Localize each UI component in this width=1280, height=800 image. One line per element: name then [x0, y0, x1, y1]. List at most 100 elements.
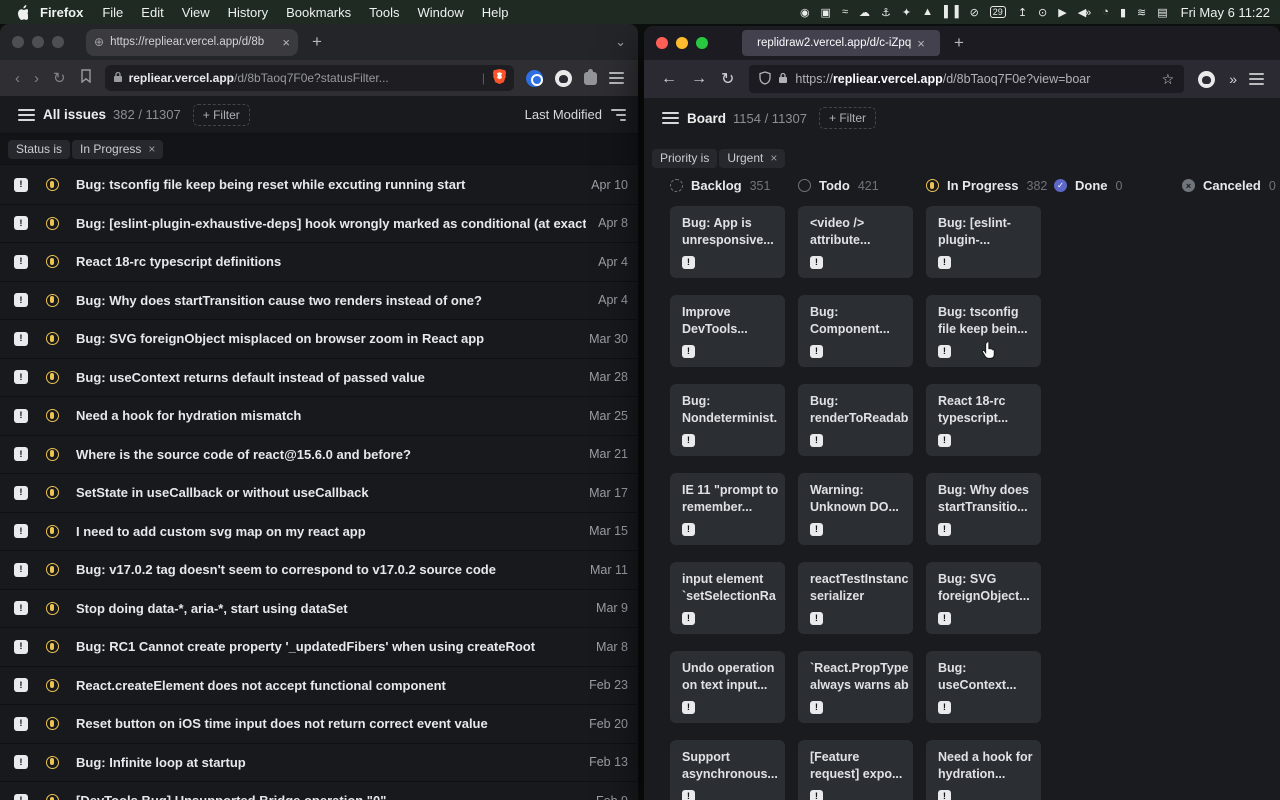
browser-menu-icon[interactable] [1249, 70, 1264, 88]
issue-row[interactable]: !I need to add custom svg map on my reac… [0, 513, 638, 552]
issue-card[interactable]: `React.PropTypealways warns ab! [798, 651, 913, 723]
zoom-window-button[interactable] [52, 36, 64, 48]
cloud-icon[interactable]: ☁ [859, 6, 869, 19]
issue-row[interactable]: !Need a hook for hydration mismatchMar 2… [0, 397, 638, 436]
issue-card[interactable]: input element`setSelectionRa! [670, 562, 785, 634]
issue-card[interactable]: Supportasynchronous...! [670, 740, 785, 800]
issue-card[interactable]: Bug: SVGforeignObject...! [926, 562, 1041, 634]
extension-puzzle-icon[interactable] [584, 72, 597, 85]
remove-filter-icon[interactable]: × [770, 151, 777, 165]
docker-icon[interactable]: ⚓ [881, 6, 890, 19]
reload-button[interactable]: ↻ [721, 69, 734, 89]
browser-menu-icon[interactable] [609, 69, 624, 87]
zoom-window-button[interactable] [696, 37, 708, 49]
filter-field-chip[interactable]: Status is [8, 140, 70, 159]
menu-item-edit[interactable]: Edit [141, 5, 163, 20]
active-app-name[interactable]: Firefox [40, 5, 83, 20]
filter-value-chip[interactable]: Urgent × [719, 149, 785, 168]
new-tab-button[interactable]: + [954, 33, 964, 53]
issue-row[interactable]: !Reset button on iOS time input does not… [0, 705, 638, 744]
issue-card[interactable]: <video />attribute...! [798, 206, 913, 278]
issue-row[interactable]: !Stop doing data-*, aria-*, start using … [0, 590, 638, 629]
menu-item-tools[interactable]: Tools [369, 5, 399, 20]
warp-icon[interactable]: ≈ [842, 6, 847, 18]
issue-row[interactable]: !Bug: Infinite loop at startupFeb 13 [0, 744, 638, 783]
issue-row[interactable]: !Bug: useContext returns default instead… [0, 359, 638, 398]
sort-label[interactable]: Last Modified [525, 107, 602, 122]
back-button[interactable]: ← [661, 70, 677, 88]
back-button[interactable]: ‹ [15, 70, 20, 87]
sort-icon[interactable] [610, 106, 626, 124]
add-filter-button[interactable]: + Filter [819, 107, 876, 129]
close-tab-icon[interactable]: × [917, 36, 925, 51]
issue-card[interactable]: Bug:Component...! [798, 295, 913, 367]
menu-item-window[interactable]: Window [418, 5, 464, 20]
issue-card[interactable]: Undo operationon text input...! [670, 651, 785, 723]
close-tab-icon[interactable]: × [282, 35, 290, 50]
issue-card[interactable]: Need a hook forhydration...! [926, 740, 1041, 800]
issue-row[interactable]: !React.createElement does not accept fun… [0, 667, 638, 706]
menu-item-file[interactable]: File [102, 5, 123, 20]
menu-item-bookmarks[interactable]: Bookmarks [286, 5, 351, 20]
minimize-window-button[interactable] [676, 37, 688, 49]
tracking-shield-icon[interactable] [759, 71, 771, 88]
browser-tab[interactable]: replidraw2.vercel.app/d/c-iZpq × [742, 30, 940, 56]
toolbar-overflow-icon[interactable]: » [1229, 71, 1235, 87]
issue-card[interactable]: Bug:Nondeterminist.! [670, 384, 785, 456]
issue-row[interactable]: !Where is the source code of react@15.6.… [0, 436, 638, 475]
tab-overflow-icon[interactable]: ⌄ [615, 34, 626, 50]
minimize-window-button[interactable] [32, 36, 44, 48]
issue-card[interactable]: Bug: App isunresponsive...! [670, 206, 785, 278]
issue-row[interactable]: !Bug: tsconfig file keep being reset whi… [0, 166, 638, 205]
calendar-icon[interactable]: 29 [990, 6, 1006, 18]
url-bar[interactable]: repliear.vercel.app /d/8bTaoq7F0e?status… [105, 65, 514, 91]
issue-row[interactable]: !Bug: v17.0.2 tag doesn't seem to corres… [0, 551, 638, 590]
control-center-icon[interactable]: ▤ [1157, 6, 1166, 19]
battery-icon[interactable]: ▮ [1120, 6, 1125, 19]
brave-shield-icon[interactable] [493, 69, 506, 87]
browser-tab[interactable]: ⊕ https://repliear.vercel.app/d/8b × [86, 29, 298, 56]
reload-button[interactable]: ↻ [53, 69, 66, 87]
keynote-icon[interactable]: ▲ [922, 6, 932, 18]
close-window-button[interactable] [12, 36, 24, 48]
forward-button[interactable]: › [34, 70, 39, 87]
dropbox-icon[interactable]: ✦ [902, 6, 910, 19]
github-extension-icon[interactable] [555, 70, 572, 87]
issue-card[interactable]: ImproveDevTools...! [670, 295, 785, 367]
bookmark-star-icon[interactable]: ☆ [1162, 71, 1175, 88]
url-bar[interactable]: https:// repliear.vercel.app /d/8bTaoq7F… [749, 65, 1184, 93]
filter-value-chip[interactable]: In Progress × [72, 140, 163, 159]
filter-field-chip[interactable]: Priority is [652, 149, 717, 168]
issue-card[interactable]: Bug: [eslint-plugin-...! [926, 206, 1041, 278]
issue-row[interactable]: !React 18-rc typescript definitionsApr 4 [0, 243, 638, 282]
share-icon[interactable]: ↥ [1018, 6, 1026, 19]
app-menu-icon[interactable] [18, 106, 35, 124]
menu-clock[interactable]: Fri May 6 11:22 [1181, 5, 1270, 20]
shutdown-icon[interactable]: ⊙ [1038, 6, 1046, 19]
issue-card[interactable]: IE 11 "prompt toremember...! [670, 473, 785, 545]
onepassword-extension-icon[interactable] [526, 70, 543, 87]
issue-card[interactable]: Warning:Unknown DO...! [798, 473, 913, 545]
volume-icon[interactable]: ◀» [1078, 6, 1091, 19]
new-tab-button[interactable]: + [312, 32, 322, 52]
bookmark-icon[interactable] [80, 69, 92, 87]
wifi-icon[interactable]: ≋ [1137, 6, 1145, 19]
window-manager-icon[interactable]: ▌▐ [944, 6, 958, 18]
play-icon[interactable]: ▶ [1058, 6, 1065, 19]
menu-item-help[interactable]: Help [482, 5, 509, 20]
add-filter-button[interactable]: + Filter [193, 104, 250, 126]
issue-card[interactable]: [Featurerequest] expo...! [798, 740, 913, 800]
issue-row[interactable]: !SetState in useCallback or without useC… [0, 474, 638, 513]
remove-filter-icon[interactable]: × [148, 142, 155, 156]
screen-record-icon[interactable]: ◉ [800, 6, 809, 19]
issue-card[interactable]: Bug: Why doesstartTransitio...! [926, 473, 1041, 545]
issue-row[interactable]: ![DevTools Bug] Unsupported Bridge opera… [0, 782, 638, 800]
issue-card[interactable]: Bug:renderToReadab! [798, 384, 913, 456]
issue-row[interactable]: !Bug: RC1 Cannot create property '_updat… [0, 628, 638, 667]
app-menu-icon[interactable] [662, 109, 679, 127]
menu-item-history[interactable]: History [228, 5, 268, 20]
issue-row[interactable]: !Bug: Why does startTransition cause two… [0, 282, 638, 321]
menu-item-view[interactable]: View [182, 5, 210, 20]
issue-card[interactable]: React 18-rctypescript...! [926, 384, 1041, 456]
siri-icon[interactable]: ◔ [1102, 6, 1108, 18]
